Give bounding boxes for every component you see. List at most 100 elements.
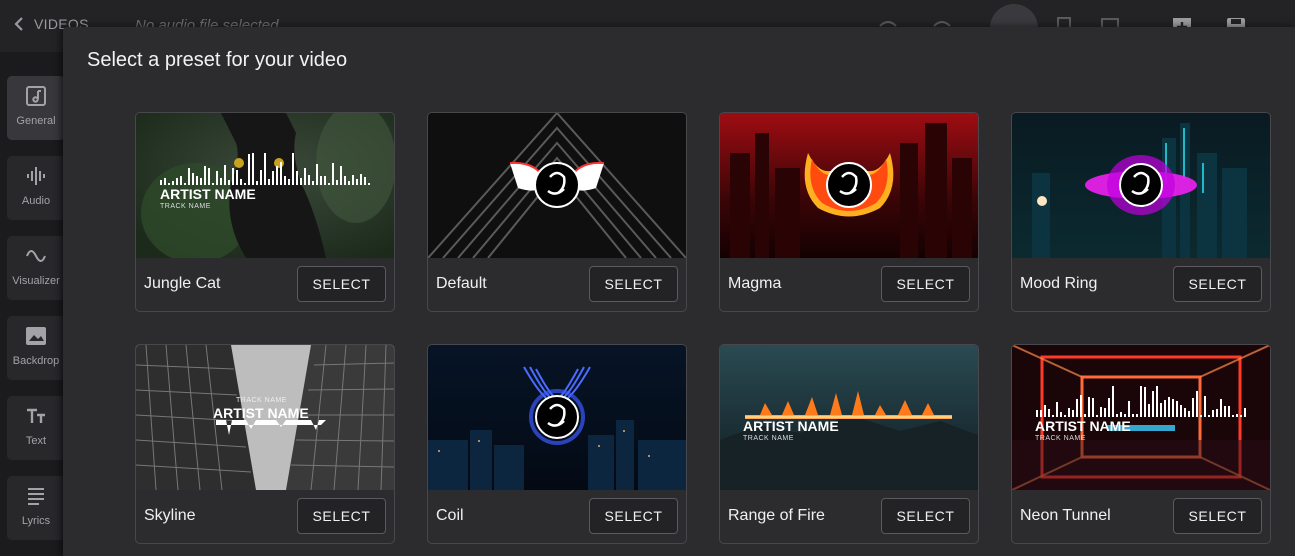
preset-card-coil[interactable]: Coil SELECT [427,344,687,544]
audio-bar [1188,411,1190,417]
audio-bar [1160,403,1162,417]
preset-name: Jungle Cat [144,275,221,292]
sidebar-item-lyrics[interactable]: Lyrics [7,476,65,540]
sidebar-item-audio[interactable]: Audio [7,156,65,220]
audio-bar [232,168,234,185]
audio-bar [1092,398,1094,417]
lines-icon [28,488,44,505]
audio-bar [320,176,322,185]
audio-bar [196,176,198,185]
sidebar-item-label: Lyrics [21,515,51,527]
audio-bar [1116,414,1118,417]
audio-bar [1184,408,1186,417]
preset-thumbnail: ARTIST NAME TRACK NAME [136,113,394,258]
audio-bar [1208,415,1210,417]
audio-bar [1132,414,1134,417]
audio-bar [192,173,194,185]
audio-bar [264,153,266,185]
preset-card-skyline[interactable]: ARTIST NAME TRACK NAME Skyline SELECT [135,344,395,544]
overlay-track-name: TRACK NAME [236,397,287,404]
audio-bar [1220,399,1222,417]
audio-bar [356,179,358,185]
audio-bar [272,171,274,185]
audio-bar [352,175,354,185]
audio-bar [220,178,222,185]
audio-bar [1172,399,1174,417]
sidebar-item-general[interactable]: General [7,76,65,140]
audio-bar [160,180,162,185]
preset-card-jungle-cat[interactable]: ARTIST NAME TRACK NAME Jungle Cat SELECT [135,112,395,312]
audio-bar [292,153,294,185]
preset-card-magma[interactable]: Magma SELECT [719,112,979,312]
audio-bar [260,170,262,185]
modal-title: Select a preset for your video [87,49,348,71]
audio-bar [236,170,238,185]
sidebar-item-text[interactable]: Text [7,396,65,460]
sidebar-item-label: Backdrop [12,355,60,367]
select-button[interactable]: SELECT [589,498,678,534]
audio-bar [1244,408,1246,417]
preset-name: Neon Tunnel [1020,507,1111,524]
audio-bar [244,183,246,185]
preset-card-mood-ring[interactable]: Mood Ring SELECT [1011,112,1271,312]
overlay-artist-name: ARTIST NAME [1035,418,1131,434]
preset-name: Mood Ring [1020,275,1098,292]
audio-bar [1036,410,1038,417]
audio-bar [344,176,346,185]
music-note-icon [26,86,46,106]
audio-bar [164,178,166,185]
audio-bar [1156,386,1158,417]
audio-bar [308,175,310,185]
preset-card-neon-tunnel[interactable]: ARTIST NAME TRACK NAME Neon Tunnel SELEC… [1011,344,1271,544]
audio-bar [1112,386,1114,417]
select-button[interactable]: SELECT [881,266,970,302]
select-button[interactable]: SELECT [297,266,386,302]
audio-bar [332,163,334,185]
audio-bar [256,181,258,185]
audio-bar [312,181,314,185]
audio-bar [1084,414,1086,417]
audio-bar [1180,405,1182,417]
audio-bar [240,179,242,185]
audio-bar [1104,408,1106,417]
select-button[interactable]: SELECT [881,498,970,534]
audio-bar [200,178,202,185]
audio-bar [1060,412,1062,417]
select-button[interactable]: SELECT [589,266,678,302]
select-button[interactable]: SELECT [1173,498,1262,534]
audio-bar [180,176,182,185]
audio-bar [1064,415,1066,417]
audio-bar [276,166,278,185]
audio-bar [324,176,326,185]
audio-bar [284,176,286,185]
preset-modal: Select a preset for your video ARTIST NA… [63,27,1295,556]
preset-name: Skyline [144,507,196,524]
select-button[interactable]: SELECT [1173,266,1262,302]
audio-bar [1164,400,1166,417]
audio-bar [1216,409,1218,417]
audio-bar [1212,410,1214,417]
select-button[interactable]: SELECT [297,498,386,534]
audio-bar [1100,407,1102,417]
audio-bar [360,174,362,185]
preset-card-default[interactable]: Default SELECT [427,112,687,312]
audio-bar [1048,409,1050,417]
audio-bar [1052,415,1054,417]
overlay-track-name: TRACK NAME [743,435,794,442]
audio-bar [296,171,298,185]
audio-bar [1136,414,1138,417]
audio-bar [1096,415,1098,417]
audio-bar [1120,412,1122,417]
preset-thumbnail [428,345,686,490]
sidebar-item-backdrop[interactable]: Backdrop [7,316,65,380]
sidebar-item-label: Visualizer [12,275,60,287]
audio-bar [1144,387,1146,417]
audio-bar [184,183,186,185]
sidebar-item-label: General [16,115,56,127]
audio-bar [1232,415,1234,417]
audio-bar [340,166,342,185]
audio-bar [1176,401,1178,417]
sidebar-item-visualizer[interactable]: Visualizer [7,236,65,300]
audio-bar [168,183,170,185]
preset-card-range-of-fire[interactable]: ARTIST NAME TRACK NAME Range of Fire SEL… [719,344,979,544]
